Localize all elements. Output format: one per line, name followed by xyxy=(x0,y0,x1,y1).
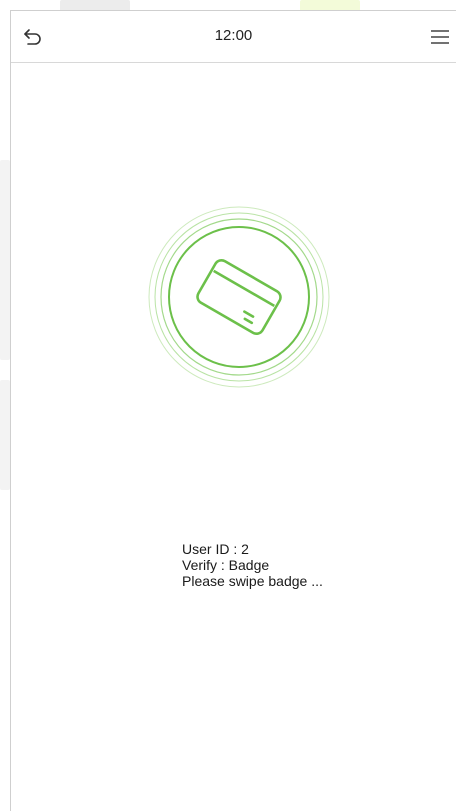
badge-verify-graphic xyxy=(147,205,331,389)
badge-card-icon xyxy=(148,206,330,388)
clock-time: 12:00 xyxy=(214,27,253,44)
menu-button[interactable] xyxy=(426,23,454,51)
top-bar: 12:00 xyxy=(11,11,456,63)
swipe-prompt-text: Please swipe badge ... xyxy=(182,573,323,589)
background-artifact xyxy=(0,380,10,490)
user-id-text: User ID : 2 xyxy=(182,541,249,557)
background-artifact xyxy=(0,160,10,360)
verification-info: User ID : 2 Verify : Badge Please swipe … xyxy=(182,541,323,589)
device-screen: 12:00 User ID : 2 Verify : Badge Please … xyxy=(10,10,456,811)
verify-mode-text: Verify : Badge xyxy=(182,557,270,573)
hamburger-menu-icon xyxy=(431,30,449,44)
